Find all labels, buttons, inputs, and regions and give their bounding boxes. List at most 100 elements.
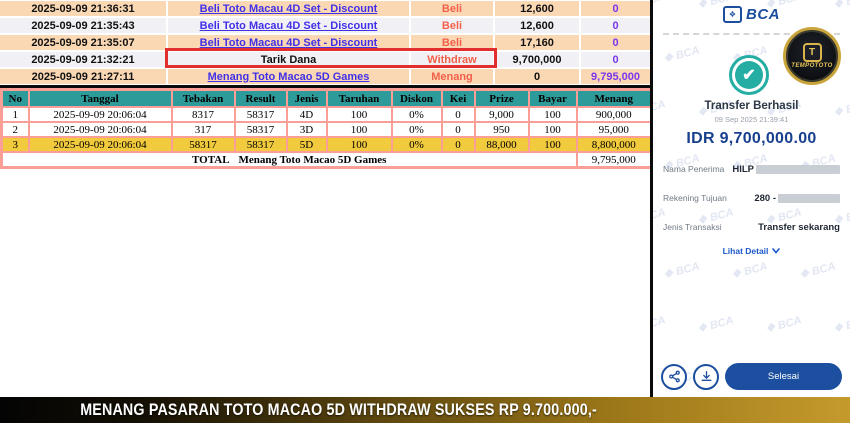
txn-debit: 12,600 [495,18,579,33]
bet-cell: 0 [440,136,476,153]
field-nama-penerima: Nama Penerima HILP [653,163,850,175]
bet-header-kei: Kei [440,88,476,108]
bet-cell: 100 [325,106,393,123]
txn-type: Beli [411,18,493,33]
transaction-row: 2025-09-09 21:32:21 Tarik Dana Withdraw 9,7… [0,52,650,67]
tempototo-coin-icon: T [802,43,822,62]
bet-cell: 9,000 [473,106,530,123]
transaction-row: 2025-09-09 21:27:11 Menang Toto Macao 5D … [0,69,650,84]
bet-cell: 100 [325,136,393,153]
bet-row: 3 2025-09-09 20:06:04 58317 58317 5D 100 0% 0 88… [0,136,653,153]
txn-description-link[interactable]: Beli Toto Macau 4D Set - Discount [168,18,409,33]
txn-debit: 12,600 [495,1,579,16]
bet-row: 1 2025-09-09 20:06:04 8317 58317 4D 100 0% 0 9,0… [0,106,653,123]
bca-watermark: ❖ BCA [764,314,803,336]
bet-cell: 58317 [233,121,288,138]
download-button[interactable] [693,363,719,390]
promo-banner: MENANG PASARAN TOTO MACAO 5D WITHDRAW SU… [0,397,850,423]
bet-total-row: TOTAL Menang Toto Macao 5D Games 9,795,00… [0,151,653,169]
bet-cell: 8317 [170,106,236,123]
txn-credit: 0 [581,35,650,50]
transaction-row: 2025-09-09 21:35:43 Beli Toto Macau 4D Se… [0,18,650,33]
txn-datetime: 2025-09-09 21:35:07 [0,35,166,50]
bet-table: No Tanggal Tebakan Result Jenis Taruhan Diskon… [0,88,653,169]
receipt-actions: Selesai [653,363,850,390]
txn-debit: 17,160 [495,35,579,50]
bet-total-value: 9,795,000 [575,151,653,169]
field-label: Jenis Transaksi [663,222,722,232]
selesai-button[interactable]: Selesai [725,363,842,390]
txn-credit: 9,795,000 [581,69,650,84]
bet-cell: 2 [0,121,30,138]
field-label: Rekening Tujuan [663,193,727,203]
txn-credit: 0 [581,1,650,16]
bet-cell: 317 [170,121,236,138]
bet-cell: 3 [0,136,30,153]
bet-header-bayar: Bayar [527,88,578,108]
txn-credit: 0 [581,52,650,67]
bet-cell: 0% [390,136,443,153]
txn-debit: 9,700,000 [495,52,579,67]
field-value: Transfer sekarang [758,221,840,233]
bet-cell: 0% [390,106,443,123]
txn-type: Menang [411,69,493,84]
txn-credit: 0 [581,18,650,33]
bca-logo-icon: ❖ [723,6,742,23]
bet-cell: 100 [527,106,578,123]
bca-watermark: ❖ BCA [662,260,701,282]
bet-cell: 2025-09-09 20:06:04 [27,121,173,138]
bca-logo: ❖ BCA [653,6,850,23]
txn-datetime: 2025-09-09 21:27:11 [0,69,166,84]
receipt-fields: Nama Penerima HILP Rekening Tujuan 280 -… [653,163,850,250]
bca-watermark: ❖ BCA [696,314,735,336]
bca-watermark: ❖ BCA [650,314,667,335]
download-icon [701,370,711,381]
bca-watermark: ❖ BCA [730,260,769,282]
bet-cell: 0 [440,121,476,138]
transfer-amount: IDR 9,700,000.00 [686,130,817,147]
share-icon [668,370,680,383]
redaction-bar [756,164,840,174]
bet-cell: 58317 [233,136,288,153]
txn-description-link[interactable]: Menang Toto Macao 5D Games [168,69,409,84]
bet-total-label: TOTAL Menang Toto Macao 5D Games [0,151,578,169]
bet-cell: 95,000 [575,121,653,138]
bet-header-tanggal: Tanggal [27,88,173,108]
field-value: 280 - [754,192,776,204]
bet-cell: 88,000 [473,136,530,153]
txn-type: Withdraw [411,52,493,67]
txn-description-link[interactable]: Beli Toto Macau 4D Set - Discount [168,35,409,50]
transaction-row: 2025-09-09 21:36:31 Beli Toto Macau 4D Se… [0,1,650,16]
bet-header-no: No [0,88,30,108]
promo-banner-text: MENANG PASARAN TOTO MACAO 5D WITHDRAW SU… [80,400,598,419]
bet-header-tebakan: Tebakan [170,88,236,108]
bet-header-taruhan: Taruhan [325,88,393,108]
lihat-detail-link[interactable]: Lihat Detail [653,246,850,256]
bet-row: 2 2025-09-09 20:06:04 317 58317 3D 100 0% 0 950 1… [0,121,653,138]
bet-cell: 100 [527,136,578,153]
transfer-status-title: Transfer Berhasil [704,100,799,112]
share-button[interactable] [661,363,687,390]
bet-cell: 950 [473,121,530,138]
bet-cell: 0% [390,121,443,138]
bet-cell: 0 [440,106,476,123]
success-check-icon: ✔ [729,55,769,95]
bet-cell: 1 [0,106,30,123]
bet-table-wrap: No Tanggal Tebakan Result Jenis Taruhan Diskon… [0,88,653,169]
bca-logo-text: BCA [746,6,780,23]
bet-header-diskon: Diskon [390,88,443,108]
field-rekening-tujuan: Rekening Tujuan 280 - [653,192,850,204]
tempototo-badge: T TEMPOTOTO [783,27,841,85]
transaction-table: 2025-09-09 21:36:31 Beli Toto Macau 4D Se… [0,1,650,86]
txn-type: Beli [411,35,493,50]
redaction-bar [778,193,840,203]
bet-cell: 5D [285,136,328,153]
field-label: Nama Penerima [663,164,725,174]
bet-cell: 58317 [170,136,236,153]
bca-watermark: ❖ BCA [832,314,850,336]
bet-header-prize: Prize [473,88,530,108]
txn-datetime: 2025-09-09 21:36:31 [0,1,166,16]
txn-description-link[interactable]: Beli Toto Macau 4D Set - Discount [168,1,409,16]
txn-datetime: 2025-09-09 21:35:43 [0,18,166,33]
bet-cell: 100 [527,121,578,138]
